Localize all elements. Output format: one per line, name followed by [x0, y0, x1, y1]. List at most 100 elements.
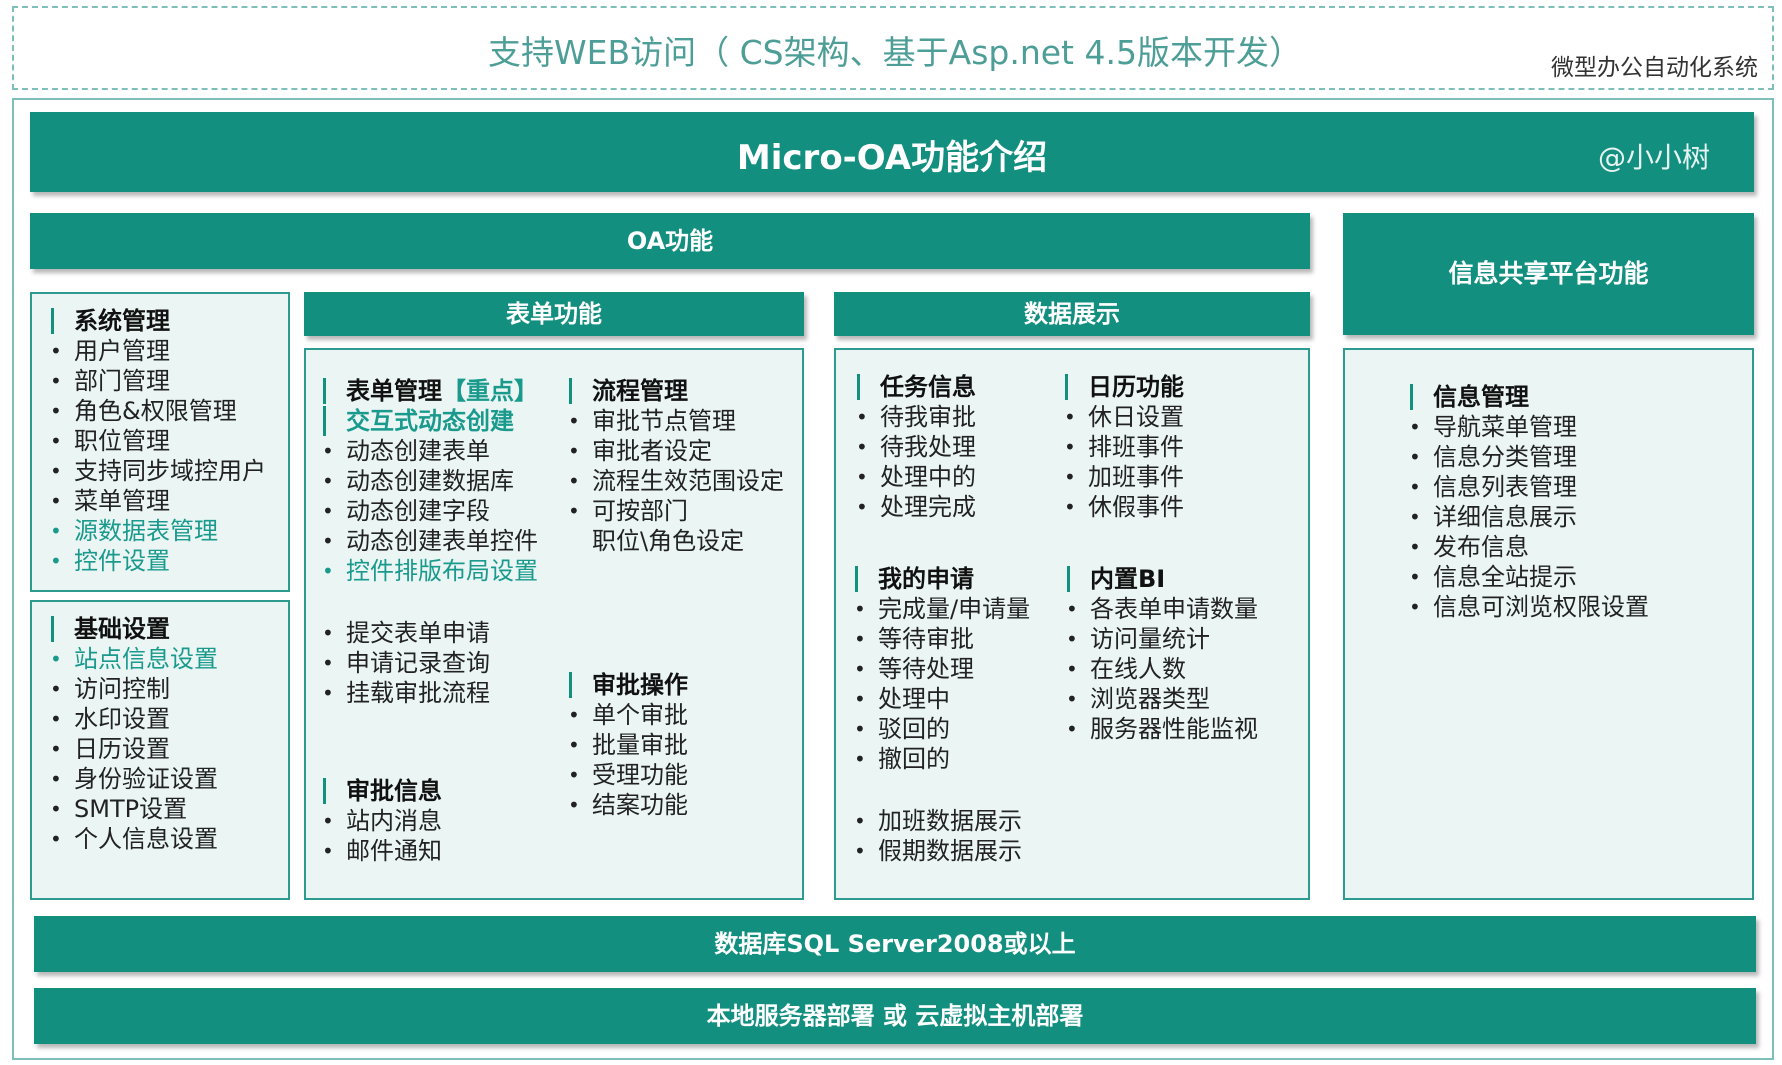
list-item: 提交表单申请 [318, 618, 490, 648]
group-title: 审批操作 [564, 670, 688, 700]
form-mgmt-list: 动态创建表单 动态创建数据库 动态创建字段 动态创建表单控件 控件排版布局设置 [318, 436, 538, 586]
list-item: 假期数据展示 [850, 836, 1022, 866]
list-item: 等待处理 [850, 654, 1030, 684]
list-item: 各表单申请数量 [1062, 594, 1258, 624]
group-title: 我的申请 [850, 564, 1030, 594]
database-bar: 数据库SQL Server2008或以上 [34, 916, 1756, 972]
list-item: 待我处理 [852, 432, 976, 462]
base-group: 基础设置 站点信息设置 访问控制 水印设置 日历设置 身份验证设置 SMTP设置… [46, 614, 218, 854]
top-banner: 支持WEB访问（ CS架构、基于Asp.net 4.5版本开发） 微型办公自动化… [12, 6, 1774, 90]
flow-mgmt-list: 审批节点管理 审批者设定 流程生效范围设定 可按部门 职位\角色设定 [564, 406, 784, 556]
main-title-bar: Micro-OA功能介绍 @小小树 [30, 112, 1754, 192]
base-list: 站点信息设置 访问控制 水印设置 日历设置 身份验证设置 SMTP设置 个人信息… [46, 644, 218, 854]
form-function-bar: 表单功能 [304, 292, 804, 336]
list-item: 动态创建表单 [318, 436, 538, 466]
list-item: 职位管理 [46, 426, 266, 456]
list-item: 处理中的 [852, 462, 976, 492]
list-item: 用户管理 [46, 336, 266, 366]
list-item: 可按部门 [564, 496, 784, 526]
list-item: 驳回的 [850, 714, 1030, 744]
system-list: 用户管理 部门管理 角色&权限管理 职位管理 支持同步域控用户 菜单管理 源数据… [46, 336, 266, 576]
list-item: 日历设置 [46, 734, 218, 764]
list-item: 水印设置 [46, 704, 218, 734]
calendar-list: 休日设置 排班事件 加班事件 休假事件 [1060, 402, 1184, 522]
approve-info-group: 审批信息 站内消息 邮件通知 [318, 776, 442, 866]
list-item: 浏览器类型 [1062, 684, 1258, 714]
list-item: 排班事件 [1060, 432, 1184, 462]
task-info-group: 任务信息 待我审批 待我处理 处理中的 处理完成 [852, 372, 976, 522]
system-group: 系统管理 用户管理 部门管理 角色&权限管理 职位管理 支持同步域控用户 菜单管… [46, 306, 266, 576]
my-apply-group: 我的申请 完成量/申请量 等待审批 等待处理 处理中 驳回的 撤回的 [850, 564, 1030, 774]
system-panel: 系统管理 用户管理 部门管理 角色&权限管理 职位管理 支持同步域控用户 菜单管… [30, 292, 290, 592]
list-item: 处理中 [850, 684, 1030, 714]
data-panel: 任务信息 待我审批 待我处理 处理中的 处理完成 日历功能 休日设置 排班事件 … [834, 348, 1310, 900]
group-title: 系统管理 [46, 306, 266, 336]
list-item: 批量审批 [564, 730, 688, 760]
share-platform-bar: 信息共享平台功能 [1343, 213, 1754, 335]
list-item: 等待审批 [850, 624, 1030, 654]
oa-section-bar: OA功能 [30, 213, 1310, 269]
form-mgmt-group: 表单管理【重点】 交互式动态创建 动态创建表单 动态创建数据库 动态创建字段 动… [318, 376, 538, 586]
share-panel: 信息管理 导航菜单管理 信息分类管理 信息列表管理 详细信息展示 发布信息 信息… [1343, 348, 1754, 900]
list-item: 休假事件 [1060, 492, 1184, 522]
extra-data-list: 加班数据展示 假期数据展示 [850, 806, 1022, 866]
list-item: 个人信息设置 [46, 824, 218, 854]
my-apply-list: 完成量/申请量 等待审批 等待处理 处理中 驳回的 撤回的 [850, 594, 1030, 774]
list-item: 待我审批 [852, 402, 976, 432]
calendar-group: 日历功能 休日设置 排班事件 加班事件 休假事件 [1060, 372, 1184, 522]
list-item: 加班数据展示 [850, 806, 1022, 836]
list-item-continuation: 职位\角色设定 [592, 527, 745, 555]
list-item: 菜单管理 [46, 486, 266, 516]
data-display-bar: 数据展示 [834, 292, 1310, 336]
bi-list: 各表单申请数量 访问量统计 在线人数 浏览器类型 服务器性能监视 [1062, 594, 1258, 744]
approve-ops-list: 单个审批 批量审批 受理功能 结案功能 [564, 700, 688, 820]
group-title: 信息管理 [1405, 382, 1649, 412]
list-item: 撤回的 [850, 744, 1030, 774]
group-title: 流程管理 [564, 376, 784, 406]
list-item: 加班事件 [1060, 462, 1184, 492]
group-title: 日历功能 [1060, 372, 1184, 402]
form-mgmt-title: 表单管理 [346, 377, 442, 405]
bi-group: 内置BI 各表单申请数量 访问量统计 在线人数 浏览器类型 服务器性能监视 [1062, 564, 1258, 744]
list-item: 信息分类管理 [1405, 442, 1649, 472]
approve-ops-group: 审批操作 单个审批 批量审批 受理功能 结案功能 [564, 670, 688, 820]
list-item: 信息全站提示 [1405, 562, 1649, 592]
list-item: 角色&权限管理 [46, 396, 266, 426]
deployment-bar: 本地服务器部署 或 云虚拟主机部署 [34, 988, 1756, 1044]
list-item: 部门管理 [46, 366, 266, 396]
list-item: 身份验证设置 [46, 764, 218, 794]
approve-info-list: 站内消息 邮件通知 [318, 806, 442, 866]
form-apply-list: 提交表单申请 申请记录查询 挂载审批流程 [318, 618, 490, 708]
info-mgmt-list: 导航菜单管理 信息分类管理 信息列表管理 详细信息展示 发布信息 信息全站提示 … [1405, 412, 1649, 622]
main-title: Micro-OA功能介绍 [736, 138, 1048, 178]
group-title: 任务信息 [852, 372, 976, 402]
author-label: @小小树 [1597, 141, 1710, 174]
form-panel: 表单管理【重点】 交互式动态创建 动态创建表单 动态创建数据库 动态创建字段 动… [304, 348, 804, 900]
list-item: 审批节点管理 [564, 406, 784, 436]
banner-subtitle: 微型办公自动化系统 [1551, 55, 1758, 81]
list-item: 处理完成 [852, 492, 976, 522]
list-item: 动态创建字段 [318, 496, 538, 526]
group-subtitle: 交互式动态创建 [318, 406, 538, 436]
list-item: 信息列表管理 [1405, 472, 1649, 502]
list-item: 审批者设定 [564, 436, 784, 466]
list-item: 导航菜单管理 [1405, 412, 1649, 442]
list-item: 挂载审批流程 [318, 678, 490, 708]
list-item: 结案功能 [564, 790, 688, 820]
list-item: 访问量统计 [1062, 624, 1258, 654]
info-mgmt-group: 信息管理 导航菜单管理 信息分类管理 信息列表管理 详细信息展示 发布信息 信息… [1405, 382, 1649, 622]
list-item: 在线人数 [1062, 654, 1258, 684]
banner-title: 支持WEB访问（ CS架构、基于Asp.net 4.5版本开发） [488, 33, 1302, 72]
list-item: 发布信息 [1405, 532, 1649, 562]
list-item: 邮件通知 [318, 836, 442, 866]
list-item: 完成量/申请量 [850, 594, 1030, 624]
extra-data-group: 加班数据展示 假期数据展示 [850, 806, 1022, 866]
list-item: 访问控制 [46, 674, 218, 704]
list-item: 源数据表管理 [46, 516, 266, 546]
list-item: 休日设置 [1060, 402, 1184, 432]
list-item: 控件设置 [46, 546, 266, 576]
list-item: 申请记录查询 [318, 648, 490, 678]
list-item: 站内消息 [318, 806, 442, 836]
list-item: 服务器性能监视 [1062, 714, 1258, 744]
list-item: SMTP设置 [46, 794, 218, 824]
